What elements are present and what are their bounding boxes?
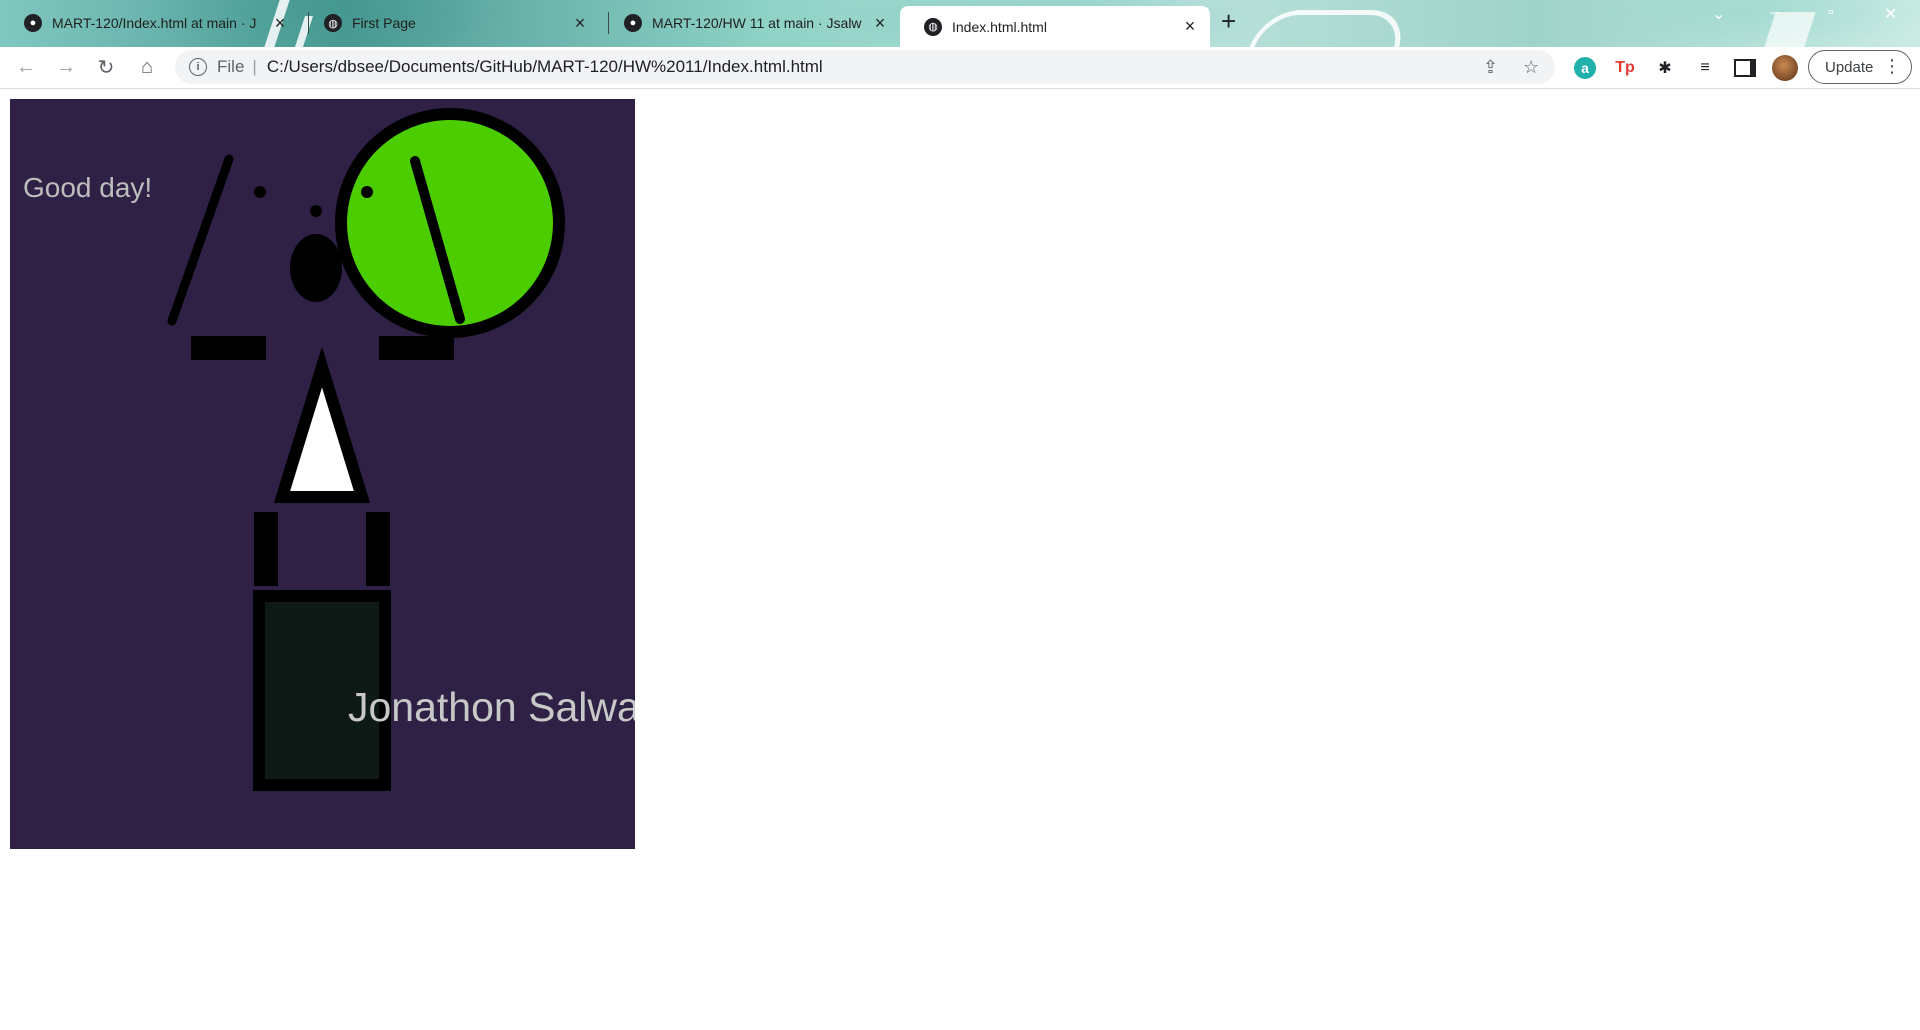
- globe-icon: ◍: [924, 17, 942, 36]
- update-label: Update: [1825, 58, 1874, 76]
- close-tab-icon[interactable]: ×: [570, 13, 590, 34]
- left-post: [254, 512, 278, 586]
- tab-title: MART-120/HW 11 at main · Jsalw: [652, 15, 862, 31]
- greeting-text: Good day!: [23, 172, 153, 203]
- globe-icon: ◍: [324, 14, 342, 32]
- browser-tab-strip: ● MART-120/Index.html at main · J × ◍ Fi…: [0, 0, 1920, 47]
- close-tab-icon[interactable]: ×: [1180, 16, 1200, 37]
- address-bar[interactable]: i File | C:/Users/dbsee/Documents/GitHub…: [175, 50, 1555, 84]
- tab-index-html[interactable]: ◍ Index.html.html ×: [900, 6, 1210, 47]
- bookmark-star-icon[interactable]: ☆: [1523, 57, 1539, 78]
- close-tab-icon[interactable]: ×: [870, 13, 890, 34]
- right-shoulder-bar: [379, 336, 454, 360]
- share-icon[interactable]: ⇪: [1483, 57, 1498, 78]
- drawing-canvas: Good day! Jonathon Salwa: [10, 99, 635, 849]
- close-tab-icon[interactable]: ×: [270, 13, 290, 34]
- tab-github-index[interactable]: ● MART-120/Index.html at main · J ×: [0, 6, 300, 40]
- forward-icon[interactable]: →: [52, 53, 80, 81]
- profile-avatar[interactable]: [1772, 55, 1798, 81]
- reload-icon[interactable]: ↻: [92, 53, 120, 81]
- dot-on-head: [361, 186, 373, 198]
- maximize-icon[interactable]: ▫: [1828, 4, 1834, 22]
- wallpaper-stroke: [1238, 10, 1412, 47]
- tp-extension-icon[interactable]: Tp: [1614, 57, 1636, 79]
- tab-search-icon[interactable]: ⌄: [1712, 4, 1725, 24]
- tab-title: Index.html.html: [952, 18, 1047, 35]
- amazon-assistant-icon[interactable]: a: [1574, 57, 1596, 79]
- left-eyebrow-line: [167, 154, 234, 326]
- kebab-menu-icon[interactable]: ⋮: [1883, 56, 1901, 77]
- puzzle-extensions-icon[interactable]: ✱: [1654, 57, 1676, 79]
- nose-oval: [290, 234, 342, 302]
- github-icon: ●: [24, 14, 42, 32]
- tab-title: MART-120/Index.html at main · J: [52, 15, 257, 31]
- new-tab-icon[interactable]: +: [1221, 8, 1236, 34]
- scheme-chip: File: [217, 57, 245, 76]
- close-window-icon[interactable]: ✕: [1884, 4, 1897, 24]
- home-icon[interactable]: ⌂: [133, 53, 161, 81]
- update-button[interactable]: Update ⋮: [1808, 50, 1912, 84]
- minimize-icon[interactable]: –: [1770, 4, 1779, 22]
- tab-title: First Page: [352, 15, 416, 31]
- figure-drawing: [167, 108, 565, 791]
- reading-list-icon[interactable]: ≡: [1694, 57, 1716, 79]
- white-triangle: [273, 346, 371, 503]
- dot-left: [254, 186, 266, 198]
- author-name-text: Jonathon Salwa: [348, 684, 635, 730]
- tab-first-page[interactable]: ◍ First Page ×: [300, 6, 600, 40]
- url-text[interactable]: C:/Users/dbsee/Documents/GitHub/MART-120…: [267, 57, 823, 77]
- tab-github-hw11[interactable]: ● MART-120/HW 11 at main · Jsalw ×: [600, 6, 900, 40]
- back-icon[interactable]: ←: [12, 53, 40, 81]
- site-info-icon[interactable]: i: [189, 58, 207, 76]
- left-shoulder-bar: [191, 336, 266, 360]
- dot-middle: [310, 205, 322, 217]
- right-post: [366, 512, 390, 586]
- github-icon: ●: [624, 14, 642, 32]
- separator: |: [252, 57, 257, 76]
- browser-toolbar: ← → ↻ ⌂ i File | C:/Users/dbsee/Document…: [0, 47, 1920, 89]
- side-panel-icon[interactable]: [1734, 57, 1756, 79]
